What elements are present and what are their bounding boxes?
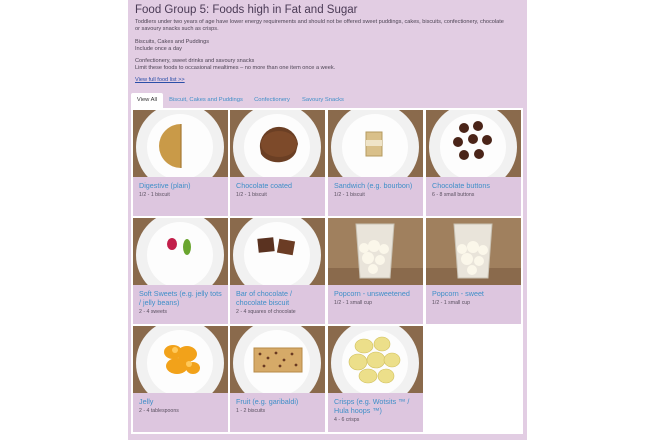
food-name[interactable]: Jelly xyxy=(139,397,225,406)
food-card[interactable]: Popcorn - unsweetened 1/2 - 1 small cup xyxy=(328,218,423,324)
food-card[interactable]: Jelly 2 - 4 tablespoons xyxy=(133,326,228,432)
chocolate-biscuit-photo xyxy=(230,110,325,177)
food-name[interactable]: Soft Sweets (e.g. jelly tots / jelly bea… xyxy=(139,289,225,307)
popcorn-cup-photo xyxy=(426,218,521,285)
tab-savoury-snacks[interactable]: Savoury Snacks xyxy=(298,93,348,108)
page-title: Food Group 5: Foods high in Fat and Suga… xyxy=(135,4,358,16)
food-quantity: 1 - 2 biscuits xyxy=(236,408,266,414)
chocolate-buttons-photo xyxy=(426,110,521,177)
view-full-list-link[interactable]: View full food list >> xyxy=(135,77,185,83)
orange-jelly-photo xyxy=(133,326,228,393)
tab-view-all[interactable]: View All xyxy=(131,93,163,108)
food-card[interactable]: Crisps (e.g. Wotsits ™ / Hula hoops ™) 4… xyxy=(328,326,423,432)
food-card[interactable]: Bar of chocolate / chocolate biscuit 2 -… xyxy=(230,218,325,324)
intro-text: Toddlers under two years of age have low… xyxy=(135,19,504,33)
food-name[interactable]: Digestive (plain) xyxy=(139,181,225,190)
sandwich-biscuit-photo xyxy=(328,110,423,177)
food-name[interactable]: Fruit (e.g. garibaldi) xyxy=(236,397,322,406)
food-card[interactable]: Popcorn - sweet 1/2 - 1 small cup xyxy=(426,218,521,324)
food-name[interactable]: Sandwich (e.g. bourbon) xyxy=(334,181,420,190)
food-name[interactable]: Popcorn - unsweetened xyxy=(334,289,420,298)
tab-biscuit-cakes-puddings[interactable]: Biscuit, Cakes and Puddings xyxy=(165,93,247,108)
food-quantity: 2 - 4 sweets xyxy=(139,309,167,315)
garibaldi-biscuit-photo xyxy=(230,326,325,393)
soft-sweets-photo xyxy=(133,218,228,285)
popcorn-cup-photo xyxy=(328,218,423,285)
food-quantity: 6 - 8 small buttons xyxy=(432,192,475,198)
food-quantity: 4 - 6 crisps xyxy=(334,417,360,423)
section-text-biscuits: Include once a day xyxy=(135,46,182,52)
food-name[interactable]: Chocolate buttons xyxy=(432,181,518,190)
food-quantity: 1/2 - 1 biscuit xyxy=(334,192,365,198)
chocolate-squares-photo xyxy=(230,218,325,285)
food-quantity: 1/2 - 1 small cup xyxy=(432,300,471,306)
food-grid: Digestive (plain) 1/2 - 1 biscuit Chocol… xyxy=(131,108,523,434)
digestive-biscuit-photo xyxy=(133,110,228,177)
food-quantity: 1/2 - 1 biscuit xyxy=(139,192,170,198)
food-card[interactable]: Chocolate buttons 6 - 8 small buttons xyxy=(426,110,521,216)
food-name[interactable]: Crisps (e.g. Wotsits ™ / Hula hoops ™) xyxy=(334,397,420,415)
food-quantity: 1/2 - 1 biscuit xyxy=(236,192,267,198)
food-card[interactable]: Fruit (e.g. garibaldi) 1 - 2 biscuits xyxy=(230,326,325,432)
food-card[interactable]: Digestive (plain) 1/2 - 1 biscuit xyxy=(133,110,228,216)
crisps-photo xyxy=(328,326,423,393)
food-card[interactable]: Soft Sweets (e.g. jelly tots / jelly bea… xyxy=(133,218,228,324)
section-heading-confectionery: Confectionery, sweet drinks and savoury … xyxy=(135,58,255,64)
food-name[interactable]: Chocolate coated xyxy=(236,181,322,190)
section-text-confectionery: Limit these foods to occasional mealtime… xyxy=(135,65,336,71)
food-name[interactable]: Popcorn - sweet xyxy=(432,289,518,298)
food-quantity: 2 - 4 squares of chocolate xyxy=(236,309,296,315)
tab-confectionery[interactable]: Confectionery xyxy=(250,93,294,108)
food-name[interactable]: Bar of chocolate / chocolate biscuit xyxy=(236,289,322,307)
food-card[interactable]: Chocolate coated 1/2 - 1 biscuit xyxy=(230,110,325,216)
food-card[interactable]: Sandwich (e.g. bourbon) 1/2 - 1 biscuit xyxy=(328,110,423,216)
food-quantity: 1/2 - 1 small cup xyxy=(334,300,373,306)
food-quantity: 2 - 4 tablespoons xyxy=(139,408,179,414)
section-heading-biscuits: Biscuits, Cakes and Puddings xyxy=(135,39,210,45)
